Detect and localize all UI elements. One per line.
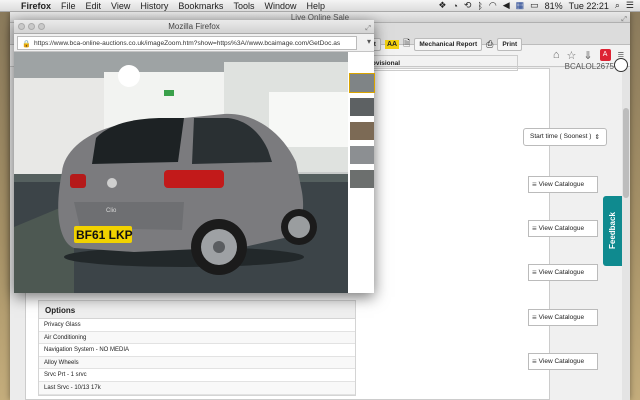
mechanical-report-button[interactable]: Mechanical Report bbox=[414, 37, 483, 51]
menu-file[interactable]: File bbox=[56, 1, 81, 11]
lock-icon: 🔒 bbox=[22, 41, 31, 48]
view-catalogue-label: View Catalogue bbox=[538, 269, 585, 276]
battery-percent: 81% bbox=[544, 0, 563, 11]
view-catalogue-button[interactable]: ≡ View Catalogue bbox=[528, 264, 598, 281]
print-button[interactable]: Print bbox=[497, 37, 523, 51]
list-icon: ≡ bbox=[532, 267, 537, 277]
close-button[interactable] bbox=[18, 23, 25, 30]
volume-icon[interactable]: ◀ bbox=[503, 0, 510, 11]
list-icon: ≡ bbox=[532, 312, 537, 322]
view-catalogue-button[interactable]: ≡ View Catalogue bbox=[528, 309, 598, 326]
feedback-tab[interactable]: Feedback bbox=[603, 196, 622, 266]
menu-bar: Firefox File Edit View History Bookmarks… bbox=[0, 0, 640, 12]
thumbnail-2[interactable] bbox=[350, 98, 374, 116]
view-catalogue-label: View Catalogue bbox=[538, 225, 585, 232]
chevron-updown-icon: ⇕ bbox=[594, 134, 600, 141]
menu-history[interactable]: History bbox=[135, 1, 173, 11]
scrollbar[interactable] bbox=[622, 68, 630, 400]
thumbnail-1[interactable] bbox=[349, 73, 375, 93]
battery-icon[interactable]: ▭ bbox=[530, 0, 539, 11]
menu-app-name[interactable]: Firefox bbox=[16, 1, 56, 11]
notifications-icon[interactable]: ☰ bbox=[626, 0, 634, 11]
window-controls bbox=[18, 23, 45, 30]
menu-help[interactable]: Help bbox=[301, 1, 330, 11]
view-catalogue-button[interactable]: ≡ View Catalogue bbox=[528, 176, 598, 193]
url-dropdown-icon[interactable]: ▾ bbox=[367, 37, 371, 46]
download-icon[interactable]: ⇓ bbox=[583, 49, 592, 62]
report-toolbar: Report AA 🗎 Mechanical Report ⎙ Print bbox=[350, 36, 523, 52]
spotlight-icon[interactable]: ⌕ bbox=[615, 0, 620, 11]
bookmark-star-icon[interactable]: ☆ bbox=[566, 49, 576, 62]
printer-icon: ⎙ bbox=[486, 38, 494, 49]
dropbox-icon[interactable]: ❖ bbox=[438, 0, 446, 11]
option-row: Srvc Prt - 1 srvc bbox=[39, 369, 355, 382]
user-icon[interactable] bbox=[614, 58, 628, 72]
document-icon: 🗎 bbox=[403, 38, 411, 48]
popup-titlebar: Mozilla Firefox ⤢ bbox=[14, 20, 374, 34]
popup-title: Mozilla Firefox bbox=[168, 22, 220, 31]
menu-window[interactable]: Window bbox=[259, 1, 301, 11]
popup-url-bar: 🔒 https://www.bca-online-auctions.co.uk/… bbox=[14, 34, 374, 52]
list-icon: ≡ bbox=[532, 179, 537, 189]
list-icon: ≡ bbox=[532, 356, 537, 366]
image-popup-window: Mozilla Firefox ⤢ 🔒 https://www.bca-onli… bbox=[14, 20, 375, 293]
fullscreen-icon[interactable]: ⤢ bbox=[621, 14, 627, 25]
thumbnail-strip bbox=[348, 52, 375, 293]
option-row: Privacy Glass bbox=[39, 319, 355, 332]
provisional-status: Provisional bbox=[358, 55, 518, 71]
menu-extras: ❖ ◔ ⟲ ᛒ ◠ ◀ ▦ ▭ 81% Tue 22:21 ⌕ ☰ bbox=[438, 0, 640, 11]
thumbnail-5[interactable] bbox=[350, 170, 374, 188]
options-title: Options bbox=[39, 301, 355, 319]
user-name: BCALOL2675 bbox=[564, 62, 614, 71]
url-text: https://www.bca-online-auctions.co.uk/im… bbox=[34, 40, 341, 47]
zoom-button[interactable] bbox=[38, 23, 45, 30]
sort-select[interactable]: Start time ( Soonest ) ⇕ bbox=[523, 128, 607, 146]
menu-edit[interactable]: Edit bbox=[81, 1, 107, 11]
timemachine-icon[interactable]: ⟲ bbox=[464, 0, 472, 11]
url-field[interactable]: 🔒 https://www.bca-online-auctions.co.uk/… bbox=[17, 36, 357, 50]
view-catalogue-label: View Catalogue bbox=[538, 181, 585, 188]
option-row: Navigation System - NO MEDIA bbox=[39, 344, 355, 357]
wifi-icon[interactable]: ◠ bbox=[489, 0, 497, 11]
view-catalogue-button[interactable]: ≡ View Catalogue bbox=[528, 353, 598, 370]
minimize-button[interactable] bbox=[28, 23, 35, 30]
model-badge: Clio bbox=[106, 208, 117, 214]
pdf-icon[interactable]: A bbox=[599, 49, 611, 61]
thumbnail-4[interactable] bbox=[350, 146, 374, 164]
thumbnail-3[interactable] bbox=[350, 122, 374, 140]
option-row: Alloy Wheels bbox=[39, 356, 355, 370]
car-photo: BF61 LKP Clio bbox=[14, 52, 348, 293]
menu-tools[interactable]: Tools bbox=[228, 1, 259, 11]
view-catalogue-label: View Catalogue bbox=[538, 314, 585, 321]
menu-view[interactable]: View bbox=[106, 1, 135, 11]
view-catalogue-button[interactable]: ≡ View Catalogue bbox=[528, 220, 598, 237]
list-icon: ≡ bbox=[532, 223, 537, 233]
options-panel: Options Privacy Glass Air Conditioning N… bbox=[38, 300, 356, 396]
view-catalogue-label: View Catalogue bbox=[538, 358, 585, 365]
home-icon[interactable]: ⌂ bbox=[553, 49, 560, 62]
clock[interactable]: Tue 22:21 bbox=[569, 1, 609, 11]
option-row: Last Srvc - 10/13 17k bbox=[39, 381, 355, 395]
aa-logo: AA bbox=[384, 39, 400, 49]
bluetooth-icon[interactable]: ᛒ bbox=[477, 1, 482, 11]
menu-bookmarks[interactable]: Bookmarks bbox=[173, 1, 228, 11]
sync-icon[interactable]: ◔ bbox=[452, 1, 457, 11]
scrollbar-thumb[interactable] bbox=[623, 108, 629, 198]
sort-value: Start time ( Soonest ) bbox=[530, 133, 592, 140]
number-plate: BF61 LKP bbox=[76, 228, 133, 242]
option-row: Air Conditioning bbox=[39, 331, 355, 345]
flag-icon[interactable]: ▦ bbox=[516, 0, 525, 11]
